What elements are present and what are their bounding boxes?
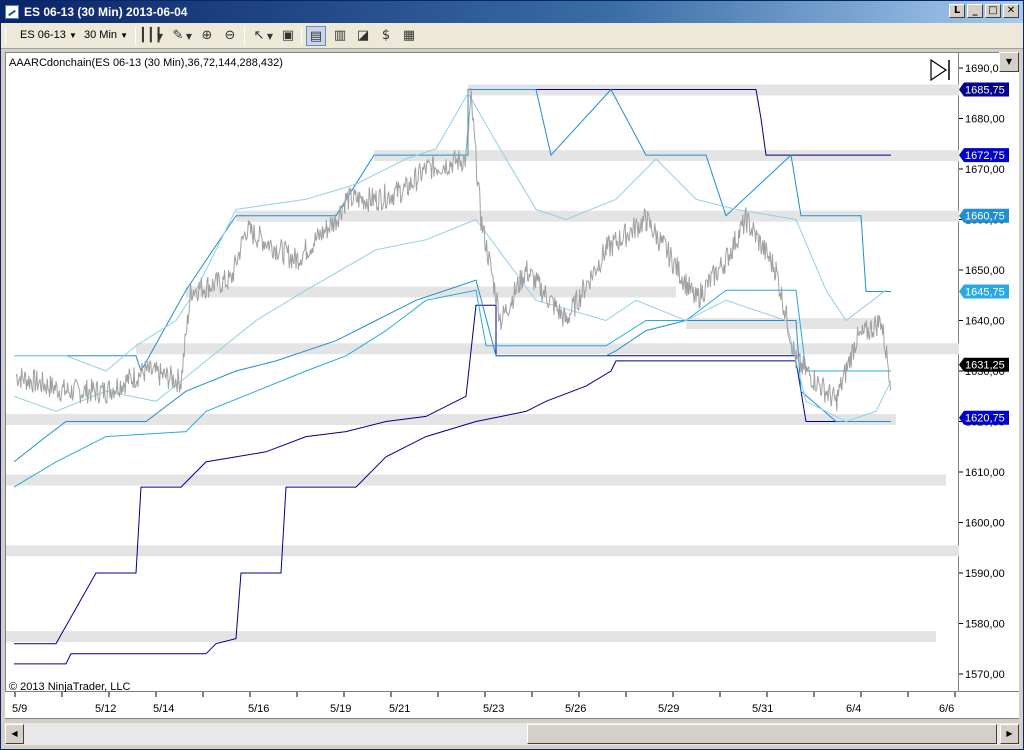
time-tick-label: 5/9: [12, 703, 27, 715]
help-button[interactable]: L: [949, 4, 965, 18]
price-series: [15, 87, 892, 412]
chart-window: ES 06-13 (30 Min) 2013-06-04 L _ □ ✕ ES …: [0, 0, 1024, 750]
horizontal-scrollbar[interactable]: ◀ ▶: [5, 723, 1019, 745]
price-tick-label: 1610,00: [965, 467, 1005, 479]
time-tick-label: 5/16: [248, 703, 269, 715]
zoom-in-icon[interactable]: ⊕: [197, 26, 217, 46]
price-tick-label: 1640,00: [965, 316, 1005, 328]
data-box-icon[interactable]: ▣: [278, 26, 298, 46]
price-tick-label: 1680,00: [965, 114, 1005, 126]
price-marker-label: 1660,75: [965, 211, 1005, 223]
time-tick-label: 5/12: [95, 703, 116, 715]
time-tick-label: 5/14: [153, 703, 174, 715]
price-tick-label: 1570,00: [965, 669, 1005, 681]
maximize-button[interactable]: □: [985, 4, 1001, 18]
chart-canvas: AAARCdonchain(ES 06-13 (30 Min),36,72,14…: [6, 57, 964, 693]
chart-toolbar: ES 06-13 ▼ 30 Min ▼ ┃┃┃ ▼ ✎ ▼ ⊕ ⊖ ↖ ▼ ▣ …: [1, 23, 1023, 49]
time-tick-label: 5/26: [565, 703, 586, 715]
money-icon[interactable]: $: [376, 26, 396, 46]
bar-type-dropdown-icon[interactable]: ▼: [155, 26, 165, 46]
drawing-dropdown-icon[interactable]: ▼: [184, 26, 194, 46]
scrollbar-thumb[interactable]: [527, 724, 997, 744]
level-band: [6, 413, 896, 425]
level-bands: [6, 84, 964, 643]
price-marker-label: 1685,75: [965, 84, 1005, 96]
level-band: [374, 150, 964, 162]
price-tick-label: 1670,00: [965, 164, 1005, 176]
time-tick-label: 5/31: [752, 703, 773, 715]
cursor-dropdown-icon[interactable]: ▼: [265, 26, 275, 46]
scroll-left-button[interactable]: ◀: [5, 724, 24, 744]
time-tick-label: 5/21: [389, 703, 410, 715]
instrument-selector[interactable]: ES 06-13 ▼: [17, 26, 80, 46]
zoom-out-icon[interactable]: ⊖: [220, 26, 240, 46]
price-marker-label: 1631,25: [965, 360, 1005, 372]
price-tick-label: 1580,00: [965, 619, 1005, 631]
chart-app-icon: [5, 5, 19, 19]
level-band: [186, 286, 676, 298]
price-marker-label: 1645,75: [965, 286, 1005, 298]
level-band: [6, 474, 946, 486]
level-band: [6, 545, 964, 557]
time-axis-canvas: 5/9 5/12 5/14 5/16 5/19 5/21 5/23 5/26 5/29 5/31 6…: [12, 692, 956, 715]
level-band: [136, 343, 964, 355]
time-axis[interactable]: 5/9 5/12 5/14 5/16 5/19 5/21 5/23 5/26 5/29 5/31 6…: [5, 692, 1019, 719]
price-axis[interactable]: 1690,001680,001670,001660,001650,001640,…: [959, 52, 1019, 692]
donchian-144-lower: [13, 279, 891, 463]
strategies-icon[interactable]: ▥: [330, 26, 350, 46]
play-button-icon[interactable]: [930, 58, 950, 82]
close-button[interactable]: ✕: [1003, 4, 1019, 18]
price-tick-label: 1590,00: [965, 568, 1005, 580]
scroll-right-button[interactable]: ▶: [1000, 724, 1019, 744]
title-bar[interactable]: ES 06-13 (30 Min) 2013-06-04 L _ □ ✕: [1, 1, 1023, 23]
level-band: [6, 631, 936, 643]
price-marker-label: 1620,75: [965, 413, 1005, 425]
price-tick-label: 1650,00: [965, 265, 1005, 277]
interval-selector[interactable]: 30 Min ▼: [81, 26, 131, 46]
chart-panel[interactable]: AAARCdonchain(ES 06-13 (30 Min),36,72,14…: [5, 52, 964, 693]
indicator-label: AAARCdonchain(ES 06-13 (30 Min),36,72,14…: [9, 57, 283, 69]
properties-icon[interactable]: ▦: [399, 26, 419, 46]
price-axis-canvas: 1690,001680,001670,001660,001650,001640,…: [959, 63, 1009, 681]
donchian-432-lower: [14, 360, 891, 665]
time-tick-label: 5/23: [483, 703, 504, 715]
donchian-upper-top: [468, 89, 891, 156]
time-tick-label: 5/19: [330, 703, 351, 715]
chart-trader-icon[interactable]: ▤: [306, 26, 326, 46]
indicators-icon[interactable]: ◪: [353, 26, 373, 46]
time-tick-label: 6/4: [846, 703, 861, 715]
time-tick-label: 6/6: [939, 703, 954, 715]
price-marker-label: 1672,75: [965, 150, 1005, 162]
instrument-label: ES 06-13: [20, 29, 66, 41]
price-tick-label: 1600,00: [965, 518, 1005, 530]
time-tick-label: 5/29: [658, 703, 679, 715]
window-title: ES 06-13 (30 Min) 2013-06-04: [24, 5, 188, 19]
minimize-button[interactable]: _: [967, 4, 983, 18]
scroll-up-button[interactable]: ▼: [999, 52, 1019, 72]
interval-label: 30 Min: [84, 29, 118, 41]
